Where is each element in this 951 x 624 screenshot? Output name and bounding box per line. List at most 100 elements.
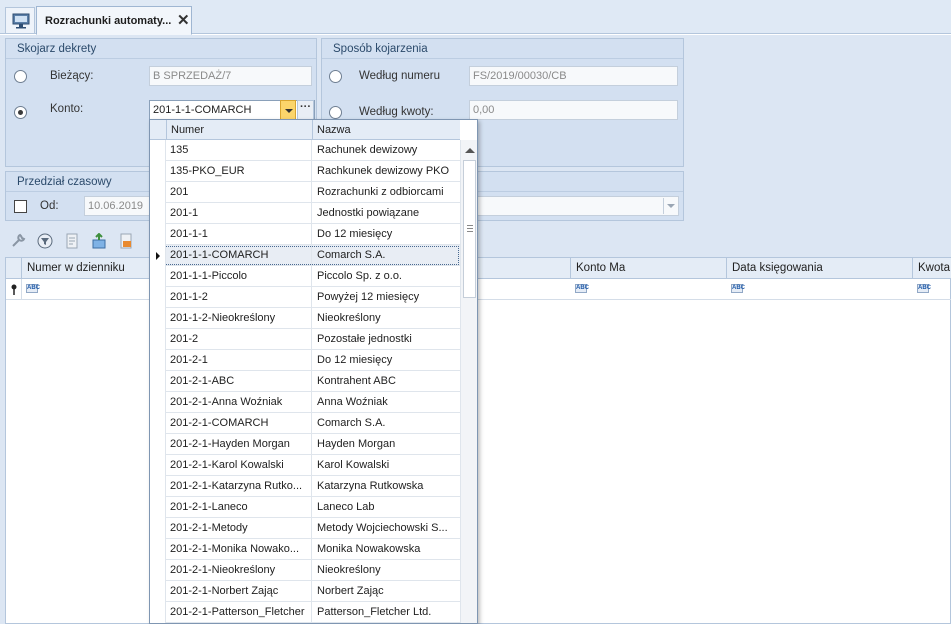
list-item[interactable]: 135 Rachunek dewizowy — [150, 140, 460, 161]
cell-numer: 201-2-1-Karol Kowalski — [166, 455, 312, 476]
filter-icon[interactable] — [37, 233, 53, 249]
list-item[interactable]: 201-2-1-Laneco Laneco Lab — [150, 497, 460, 518]
list-item[interactable]: 201-2-1-Norbert Zając Norbert Zając — [150, 581, 460, 602]
cell-numer: 201-2-1-COMARCH — [166, 413, 312, 434]
cell-numer: 201-2-1-Anna Woźniak — [166, 392, 312, 413]
monitor-icon — [12, 13, 30, 29]
list-item[interactable]: 201 Rozrachunki z odbiorcami — [150, 182, 460, 203]
home-tab[interactable] — [5, 7, 35, 33]
tab-strip: Rozrachunki automaty... ✕ — [0, 0, 951, 35]
export-icon[interactable] — [118, 233, 134, 249]
row-indicator — [150, 371, 166, 392]
cell-numer: 201-2-1 — [166, 350, 312, 371]
close-icon[interactable]: ✕ — [177, 11, 190, 29]
cell-numer: 201-1 — [166, 203, 312, 224]
row-indicator — [150, 308, 166, 329]
list-item[interactable]: 201-2-1-Anna Woźniak Anna Woźniak — [150, 392, 460, 413]
row-indicator — [150, 476, 166, 497]
period-combo[interactable] — [476, 196, 679, 216]
row-indicator — [150, 497, 166, 518]
row-indicator — [150, 182, 166, 203]
cell-numer: 201-2-1-Metody — [166, 518, 312, 539]
list-item[interactable]: 201-2-1-ABC Kontrahent ABC — [150, 371, 460, 392]
group-title: Skojarz dekrety — [6, 39, 316, 59]
chevron-down-icon[interactable] — [280, 100, 296, 120]
list-item[interactable]: 201-2-1-Metody Metody Wojciechowski S... — [150, 518, 460, 539]
dropdown-scrollbar[interactable] — [460, 140, 477, 623]
abc-filter-icon[interactable]: ABC — [26, 284, 40, 293]
abc-filter-icon[interactable]: ABC — [917, 284, 931, 293]
od-date-field[interactable]: 10.06.2019 — [84, 196, 150, 216]
cell-nazwa: Norbert Zając — [317, 585, 384, 597]
list-item[interactable]: 135-PKO_EUR Rachkunek dewizowy PKO — [150, 161, 460, 182]
list-item[interactable]: 201-1-1-Piccolo Piccolo Sp. z o.o. — [150, 266, 460, 287]
row-indicator — [150, 539, 166, 560]
list-item[interactable]: 201-2-1-Monika Nowako... Monika Nowakowsk… — [150, 539, 460, 560]
list-item[interactable]: 201-2-1 Do 12 miesięcy — [150, 350, 460, 371]
row-indicator — [150, 224, 166, 245]
cell-nazwa: Laneco Lab — [317, 501, 375, 513]
wg-numeru-radio[interactable] — [329, 70, 342, 83]
wrench-icon[interactable] — [10, 233, 26, 249]
column-header-konto-ma[interactable]: Konto Ma — [570, 258, 726, 279]
konto-label: Konto: — [50, 103, 84, 115]
cell-nazwa: Nieokreślony — [317, 564, 381, 576]
list-item[interactable]: 201-1-2-Nieokreślony Nieokreślony — [150, 308, 460, 329]
current-row-arrow-icon — [156, 252, 160, 260]
group-title: Sposób kojarzenia — [322, 39, 683, 59]
konto-value: 201-1-1-COMARCH — [153, 104, 252, 116]
cell-nazwa: Rozrachunki z odbiorcami — [317, 186, 444, 198]
wg-kwoty-field[interactable]: 0,00 — [469, 100, 678, 120]
biezacy-radio[interactable] — [14, 70, 27, 83]
document-icon[interactable] — [64, 233, 80, 249]
list-item[interactable]: 201-2-1-Karol Kowalski Karol Kowalski — [150, 455, 460, 476]
list-item[interactable]: 201-2-1-Katarzyna Rutko... Katarzyna Rutk… — [150, 476, 460, 497]
row-indicator — [150, 140, 166, 161]
cell-numer: 201-2-1-Patterson_Fletcher — [166, 602, 312, 623]
scroll-up-icon[interactable] — [465, 148, 475, 153]
column-header-kwota[interactable]: Kwota — [912, 258, 951, 279]
list-item[interactable]: 201-2-1-Patterson_Fletcher Patterson_Flet… — [150, 602, 460, 623]
biezacy-field[interactable]: B SPRZEDAŻ/7 — [149, 66, 312, 86]
import-icon[interactable] — [91, 232, 107, 249]
list-item[interactable]: 201-1-1-COMARCH Comarch S.A. — [150, 245, 460, 266]
row-indicator — [150, 581, 166, 602]
column-header-data[interactable]: Data księgowania — [726, 258, 912, 279]
column-header-numer[interactable]: Numer — [166, 120, 312, 140]
scroll-thumb[interactable] — [463, 160, 476, 298]
row-indicator — [150, 245, 166, 266]
wg-kwoty-radio[interactable] — [329, 106, 342, 119]
biezacy-label: Bieżący: — [50, 70, 94, 82]
row-indicator — [150, 413, 166, 434]
cell-numer: 201-1-1-Piccolo — [166, 266, 312, 287]
row-indicator — [150, 350, 166, 371]
cell-nazwa: Piccolo Sp. z o.o. — [317, 270, 402, 282]
dropdown-header: Numer Nazwa — [150, 120, 460, 140]
grid-header: Numer w dzienniku Konto Ma Data księgowa… — [6, 258, 951, 279]
cell-nazwa: Patterson_Fletcher Ltd. — [317, 606, 432, 618]
cell-nazwa: Nieokreślony — [317, 312, 381, 324]
abc-filter-icon[interactable]: ABC — [731, 284, 745, 293]
cell-nazwa: Monika Nowakowska — [317, 543, 421, 555]
column-header-nazwa[interactable]: Nazwa — [312, 120, 460, 140]
cell-numer: 201-2 — [166, 329, 312, 350]
pin-icon — [11, 284, 17, 295]
list-item[interactable]: 201-1-1 Do 12 miesięcy — [150, 224, 460, 245]
od-checkbox[interactable] — [14, 200, 27, 213]
list-item[interactable]: 201-1-2 Powyżej 12 miesięcy — [150, 287, 460, 308]
list-item[interactable]: 201-1 Jednostki powiązane — [150, 203, 460, 224]
list-item[interactable]: 201-2-1-Hayden Morgan Hayden Morgan — [150, 434, 460, 455]
wg-numeru-field[interactable]: FS/2019/00030/CB — [469, 66, 678, 86]
chevron-down-icon[interactable] — [663, 198, 677, 214]
konto-combo[interactable]: 201-1-1-COMARCH ··· — [149, 100, 315, 120]
cell-numer: 201-2-1-Laneco — [166, 497, 312, 518]
list-item[interactable]: 201-2-1-Nieokreślony Nieokreślony — [150, 560, 460, 581]
abc-filter-icon[interactable]: ABC — [575, 284, 589, 293]
list-item[interactable]: 201-2 Pozostałe jednostki — [150, 329, 460, 350]
more-button[interactable]: ··· — [297, 100, 314, 120]
konto-radio[interactable] — [14, 106, 27, 119]
tab-rozrachunki[interactable]: Rozrachunki automaty... ✕ — [36, 6, 192, 35]
row-indicator — [150, 602, 166, 623]
list-item[interactable]: 201-2-1-COMARCH Comarch S.A. — [150, 413, 460, 434]
row-indicator — [150, 266, 166, 287]
